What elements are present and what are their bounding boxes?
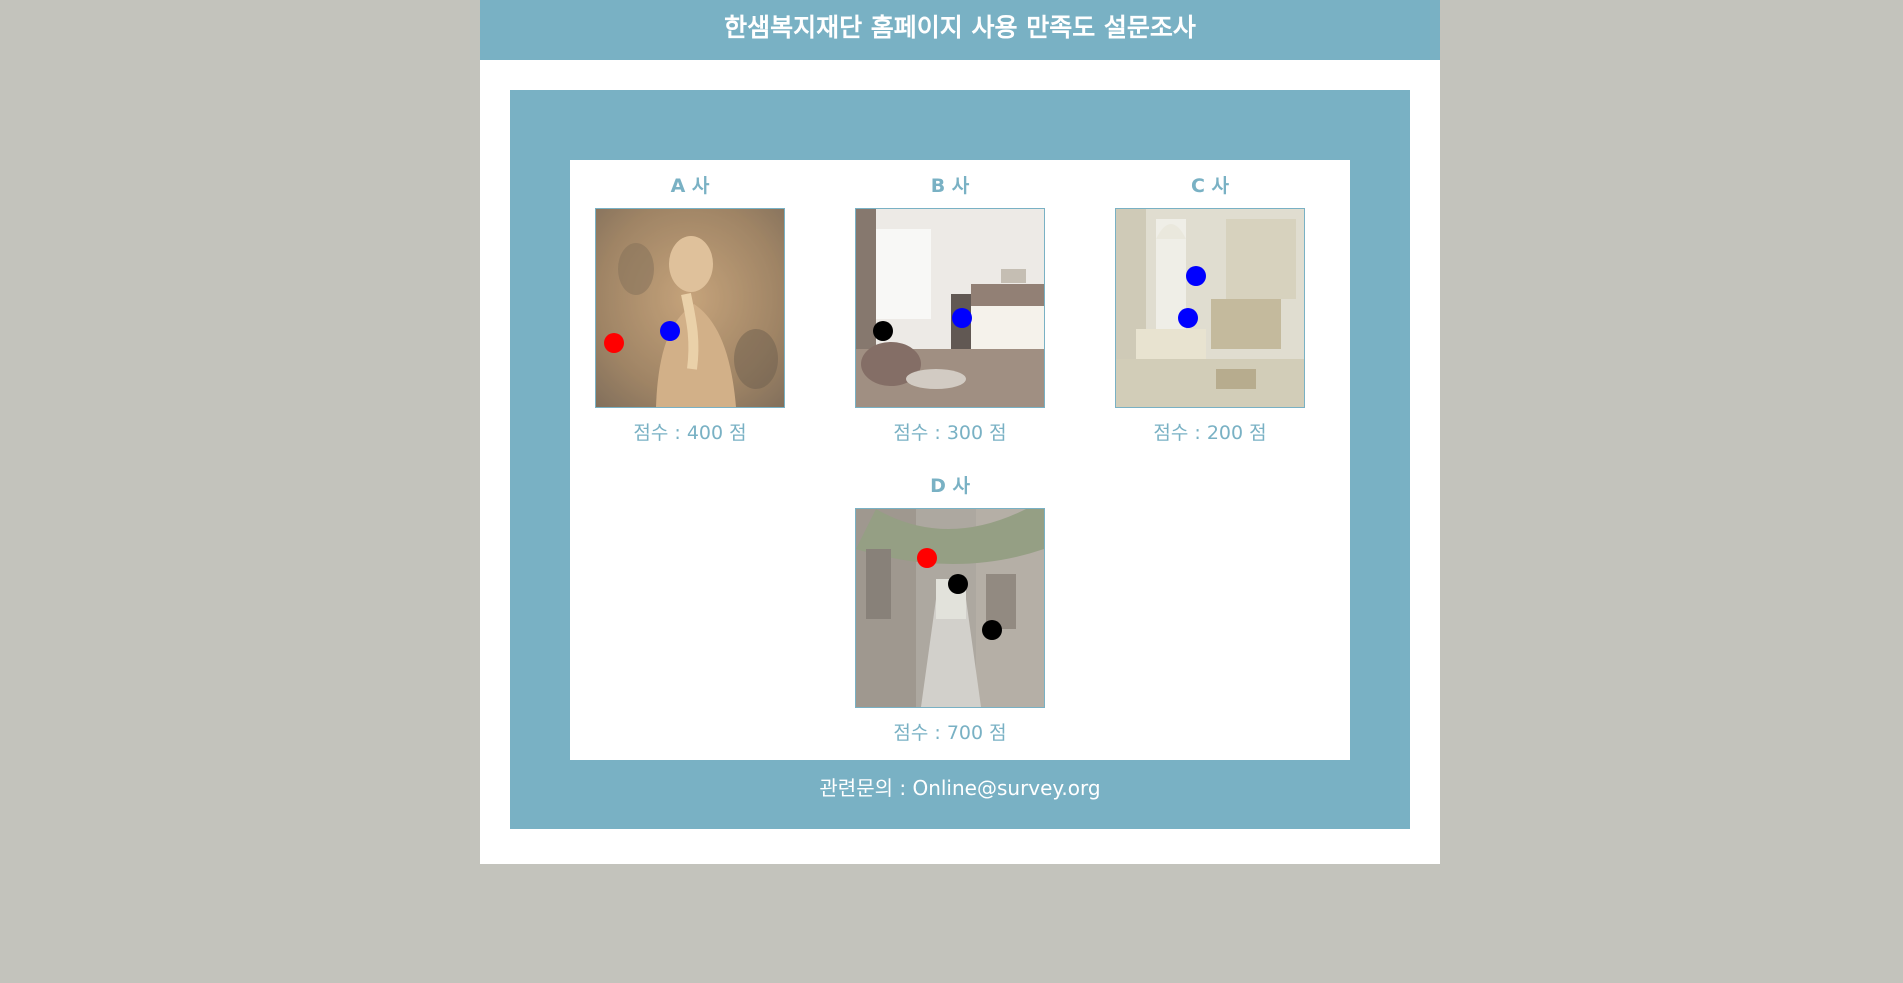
page-title: 한샘복지재단 홈페이지 사용 만족도 설문조사 [724, 13, 1196, 42]
marker-dot [952, 308, 972, 328]
company-image-c[interactable] [1115, 208, 1305, 408]
marker-dot [1178, 308, 1198, 328]
marker-dot [917, 548, 937, 568]
survey-panel: A 사 점수: 400 점 B 사 점수: 300 점 C 사 점수: 2… [510, 90, 1410, 829]
marker-dot [873, 321, 893, 341]
marker-dot [982, 620, 1002, 640]
company-gallery: A 사 점수: 400 점 B 사 점수: 300 점 C 사 점수: 2… [570, 160, 1350, 760]
contact-footer: 관련문의 : Online@survey.org [510, 774, 1410, 802]
company-score: 점수 : 700 점 [893, 722, 1007, 744]
company-image-a[interactable] [595, 208, 785, 408]
company-name: A 사 [670, 175, 710, 197]
company-card-d: D 사 점수: 700 점 [855, 460, 1045, 746]
company-score: 점수 : 200 점 [1153, 422, 1267, 444]
marker-dot [1186, 266, 1206, 286]
page-container: 한샘복지재단 홈페이지 사용 만족도 설문조사 A 사 점수: 400 점 B… [480, 0, 1440, 864]
company-card-b: B 사 점수: 300 점 [855, 160, 1045, 446]
company-name: C 사 [1190, 175, 1230, 197]
page-header: 한샘복지재단 홈페이지 사용 만족도 설문조사 [480, 0, 1440, 60]
company-card-a: A 사 점수: 400 점 [595, 160, 785, 446]
company-score: 점수 : 400 점 [633, 422, 747, 444]
contact-text: 관련문의 : Online@survey.org [819, 776, 1101, 800]
company-score: 점수 : 300 점 [893, 422, 1007, 444]
marker-dot [604, 333, 624, 353]
company-image-b[interactable] [855, 208, 1045, 408]
company-image-d[interactable] [855, 508, 1045, 708]
company-card-c: C 사 점수: 200 점 [1115, 160, 1305, 446]
company-name: D 사 [930, 475, 970, 497]
company-name: B 사 [930, 175, 970, 197]
marker-dot [660, 321, 680, 341]
marker-dot [948, 574, 968, 594]
